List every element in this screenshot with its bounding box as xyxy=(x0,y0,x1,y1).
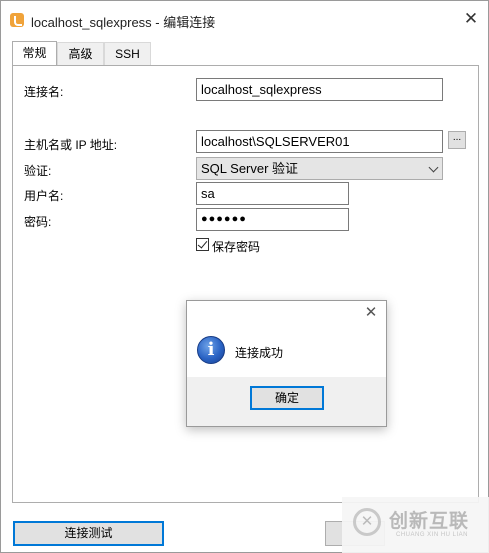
connection-name-label: 连接名: xyxy=(24,85,64,99)
host-browse-button[interactable]: ... xyxy=(448,131,466,149)
close-icon[interactable]: ✕ xyxy=(463,10,479,27)
tab-general[interactable]: 常规 xyxy=(12,41,57,66)
save-password-label: 保存密码 xyxy=(212,240,261,254)
info-icon: i xyxy=(197,336,225,364)
watermark: ✕ 创新互联 CHUANG XIN HU LIAN xyxy=(342,497,489,553)
save-password-checkbox[interactable] xyxy=(196,238,209,251)
host-input[interactable]: localhost\SQLSERVER01 xyxy=(196,130,443,153)
tab-advanced[interactable]: 高级 xyxy=(57,42,104,65)
username-input[interactable]: sa xyxy=(196,182,349,205)
host-label: 主机名或 IP 地址: xyxy=(24,138,118,152)
test-connection-button[interactable]: 连接测试 xyxy=(13,521,164,546)
auth-select[interactable]: SQL Server 验证 xyxy=(196,157,443,180)
watermark-subtext: CHUANG XIN HU LIAN xyxy=(396,532,469,538)
tab-ssh[interactable]: SSH xyxy=(104,42,151,65)
window-title: localhost_sqlexpress - 编辑连接 xyxy=(31,15,216,30)
navicat-app-icon xyxy=(10,13,24,27)
auth-label: 验证: xyxy=(24,164,52,178)
watermark-text: 创新互联 xyxy=(389,511,470,532)
auth-select-value: SQL Server 验证 xyxy=(201,161,299,176)
dialog-ok-button[interactable]: 确定 xyxy=(250,386,324,410)
password-input[interactable]: ●●●●●● xyxy=(196,208,349,231)
dialog-footer: 确定 xyxy=(187,377,386,426)
password-label: 密码: xyxy=(24,215,52,229)
dialog-close-icon[interactable]: ✕ xyxy=(363,305,379,321)
dialog-message: 连接成功 xyxy=(235,346,284,360)
chevron-down-icon xyxy=(428,162,439,173)
connection-success-dialog: ✕ i 连接成功 确定 xyxy=(186,300,387,427)
watermark-logo-icon: ✕ xyxy=(353,508,381,536)
title-bar: localhost_sqlexpress - 编辑连接 ✕ xyxy=(1,1,488,39)
edit-connection-window: localhost_sqlexpress - 编辑连接 ✕ 常规 高级 SSH … xyxy=(0,0,489,553)
username-label: 用户名: xyxy=(24,189,64,203)
connection-name-input[interactable]: localhost_sqlexpress xyxy=(196,78,443,101)
